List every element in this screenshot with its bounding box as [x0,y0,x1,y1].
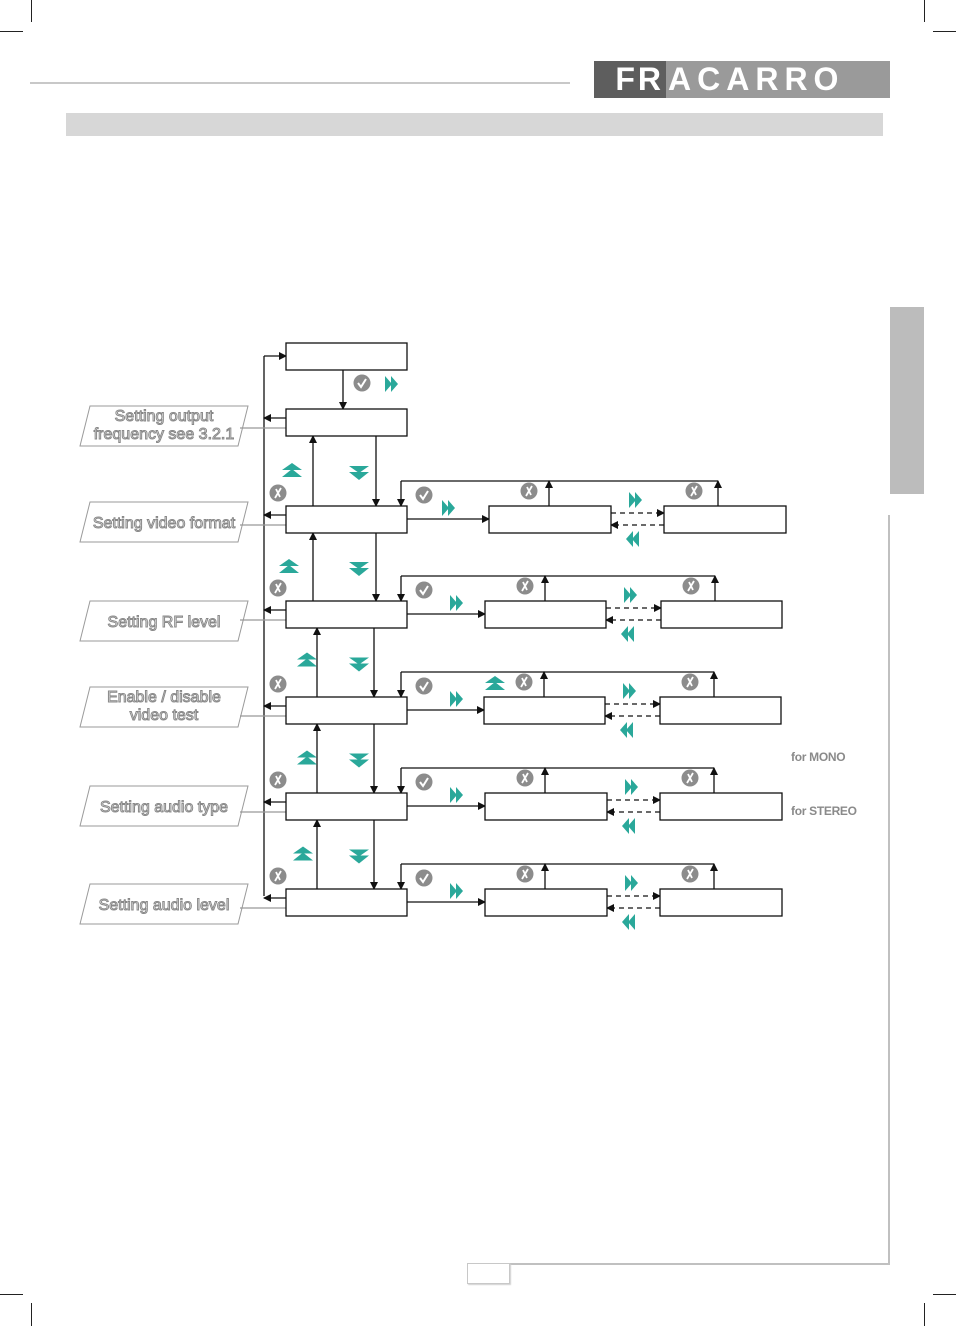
option-box [484,792,608,821]
cross-icon [269,675,287,693]
fast-forward-icon [442,500,455,516]
cross-icon [269,484,287,502]
cross-icon [681,673,699,691]
cross-icon [269,867,287,885]
menu-box [285,792,408,821]
label-text: Setting audio level [99,897,230,914]
check-icon [415,581,433,599]
up-arrow-icon [485,676,505,690]
option-box [659,792,783,821]
cross-icon [681,865,699,883]
start-box [285,342,408,371]
up-arrow-icon [279,559,299,573]
fast-forward-icon [450,595,463,611]
cross-icon [269,771,287,789]
up-arrow-icon [282,463,302,477]
option-box [484,600,607,629]
cross-icon [516,577,534,595]
flow-lines [240,352,722,912]
up-arrow-icon [297,750,317,765]
flow-boxes [285,342,787,917]
menu-box [285,888,408,917]
down-arrow-icon [349,562,369,576]
rewind-icon [621,626,634,642]
menu-label-output-frequency: Setting outputfrequency see 3.2.1 [79,405,249,447]
label-text: Setting output [115,408,214,425]
down-arrow-icon [349,753,369,768]
down-arrow-icon [349,849,369,864]
option-box [483,696,606,725]
option-box [484,888,608,917]
cross-icon [516,865,534,883]
label-text: video test [130,707,199,724]
rewind-icon [622,818,635,834]
menu-label-video-test: Enable / disablevideo test [79,686,249,728]
label-text: frequency see 3.2.1 [94,426,235,443]
fast-forward-icon [625,779,638,795]
fast-forward-icon [450,787,463,803]
option-box [659,696,782,725]
rewind-icon [622,914,635,930]
cross-icon [269,579,287,597]
option-box [663,505,787,534]
check-icon [415,677,433,695]
fast-forward-icon [450,691,463,707]
fast-forward-icon [624,587,637,603]
up-arrow-icon [297,652,317,667]
menu-box [285,696,408,725]
menu-box [285,408,408,437]
fast-forward-icon [385,376,398,392]
label-text: Enable / disable [107,689,221,706]
up-arrow-icon [293,846,313,861]
menu-flow-diagram: Setting outputfrequency see 3.2.1Setting… [79,342,787,930]
flow-icons [269,374,703,930]
option-box [659,888,783,917]
check-icon [415,486,433,504]
menu-label-audio-level: Setting audio level [79,883,249,925]
check-icon [415,869,433,887]
cross-icon [516,769,534,787]
down-arrow-icon [349,466,369,480]
label-text: Setting video format [93,515,236,532]
rewind-icon [626,531,639,547]
menu-label-video-format: Setting video format [79,501,249,543]
option-box [660,600,783,629]
menu-label-audio-type: Setting audio type [79,785,249,827]
rewind-icon [620,722,633,738]
label-text: Setting audio type [100,799,228,816]
check-icon [353,374,371,392]
fast-forward-icon [450,883,463,899]
fast-forward-icon [629,492,642,508]
menu-label-rf-level: Setting RF level [79,600,249,642]
cross-icon [682,577,700,595]
menu-box [285,600,408,629]
cross-icon [515,673,533,691]
menu-labels: Setting outputfrequency see 3.2.1Setting… [79,405,249,925]
label-text: Setting RF level [108,614,221,631]
menu-box [285,505,408,534]
cross-icon [681,769,699,787]
cross-icon [520,482,538,500]
fast-forward-icon [625,875,638,891]
check-icon [415,773,433,791]
fast-forward-icon [623,683,636,699]
cross-icon [685,482,703,500]
down-arrow-icon [349,657,369,672]
option-box [488,505,612,534]
